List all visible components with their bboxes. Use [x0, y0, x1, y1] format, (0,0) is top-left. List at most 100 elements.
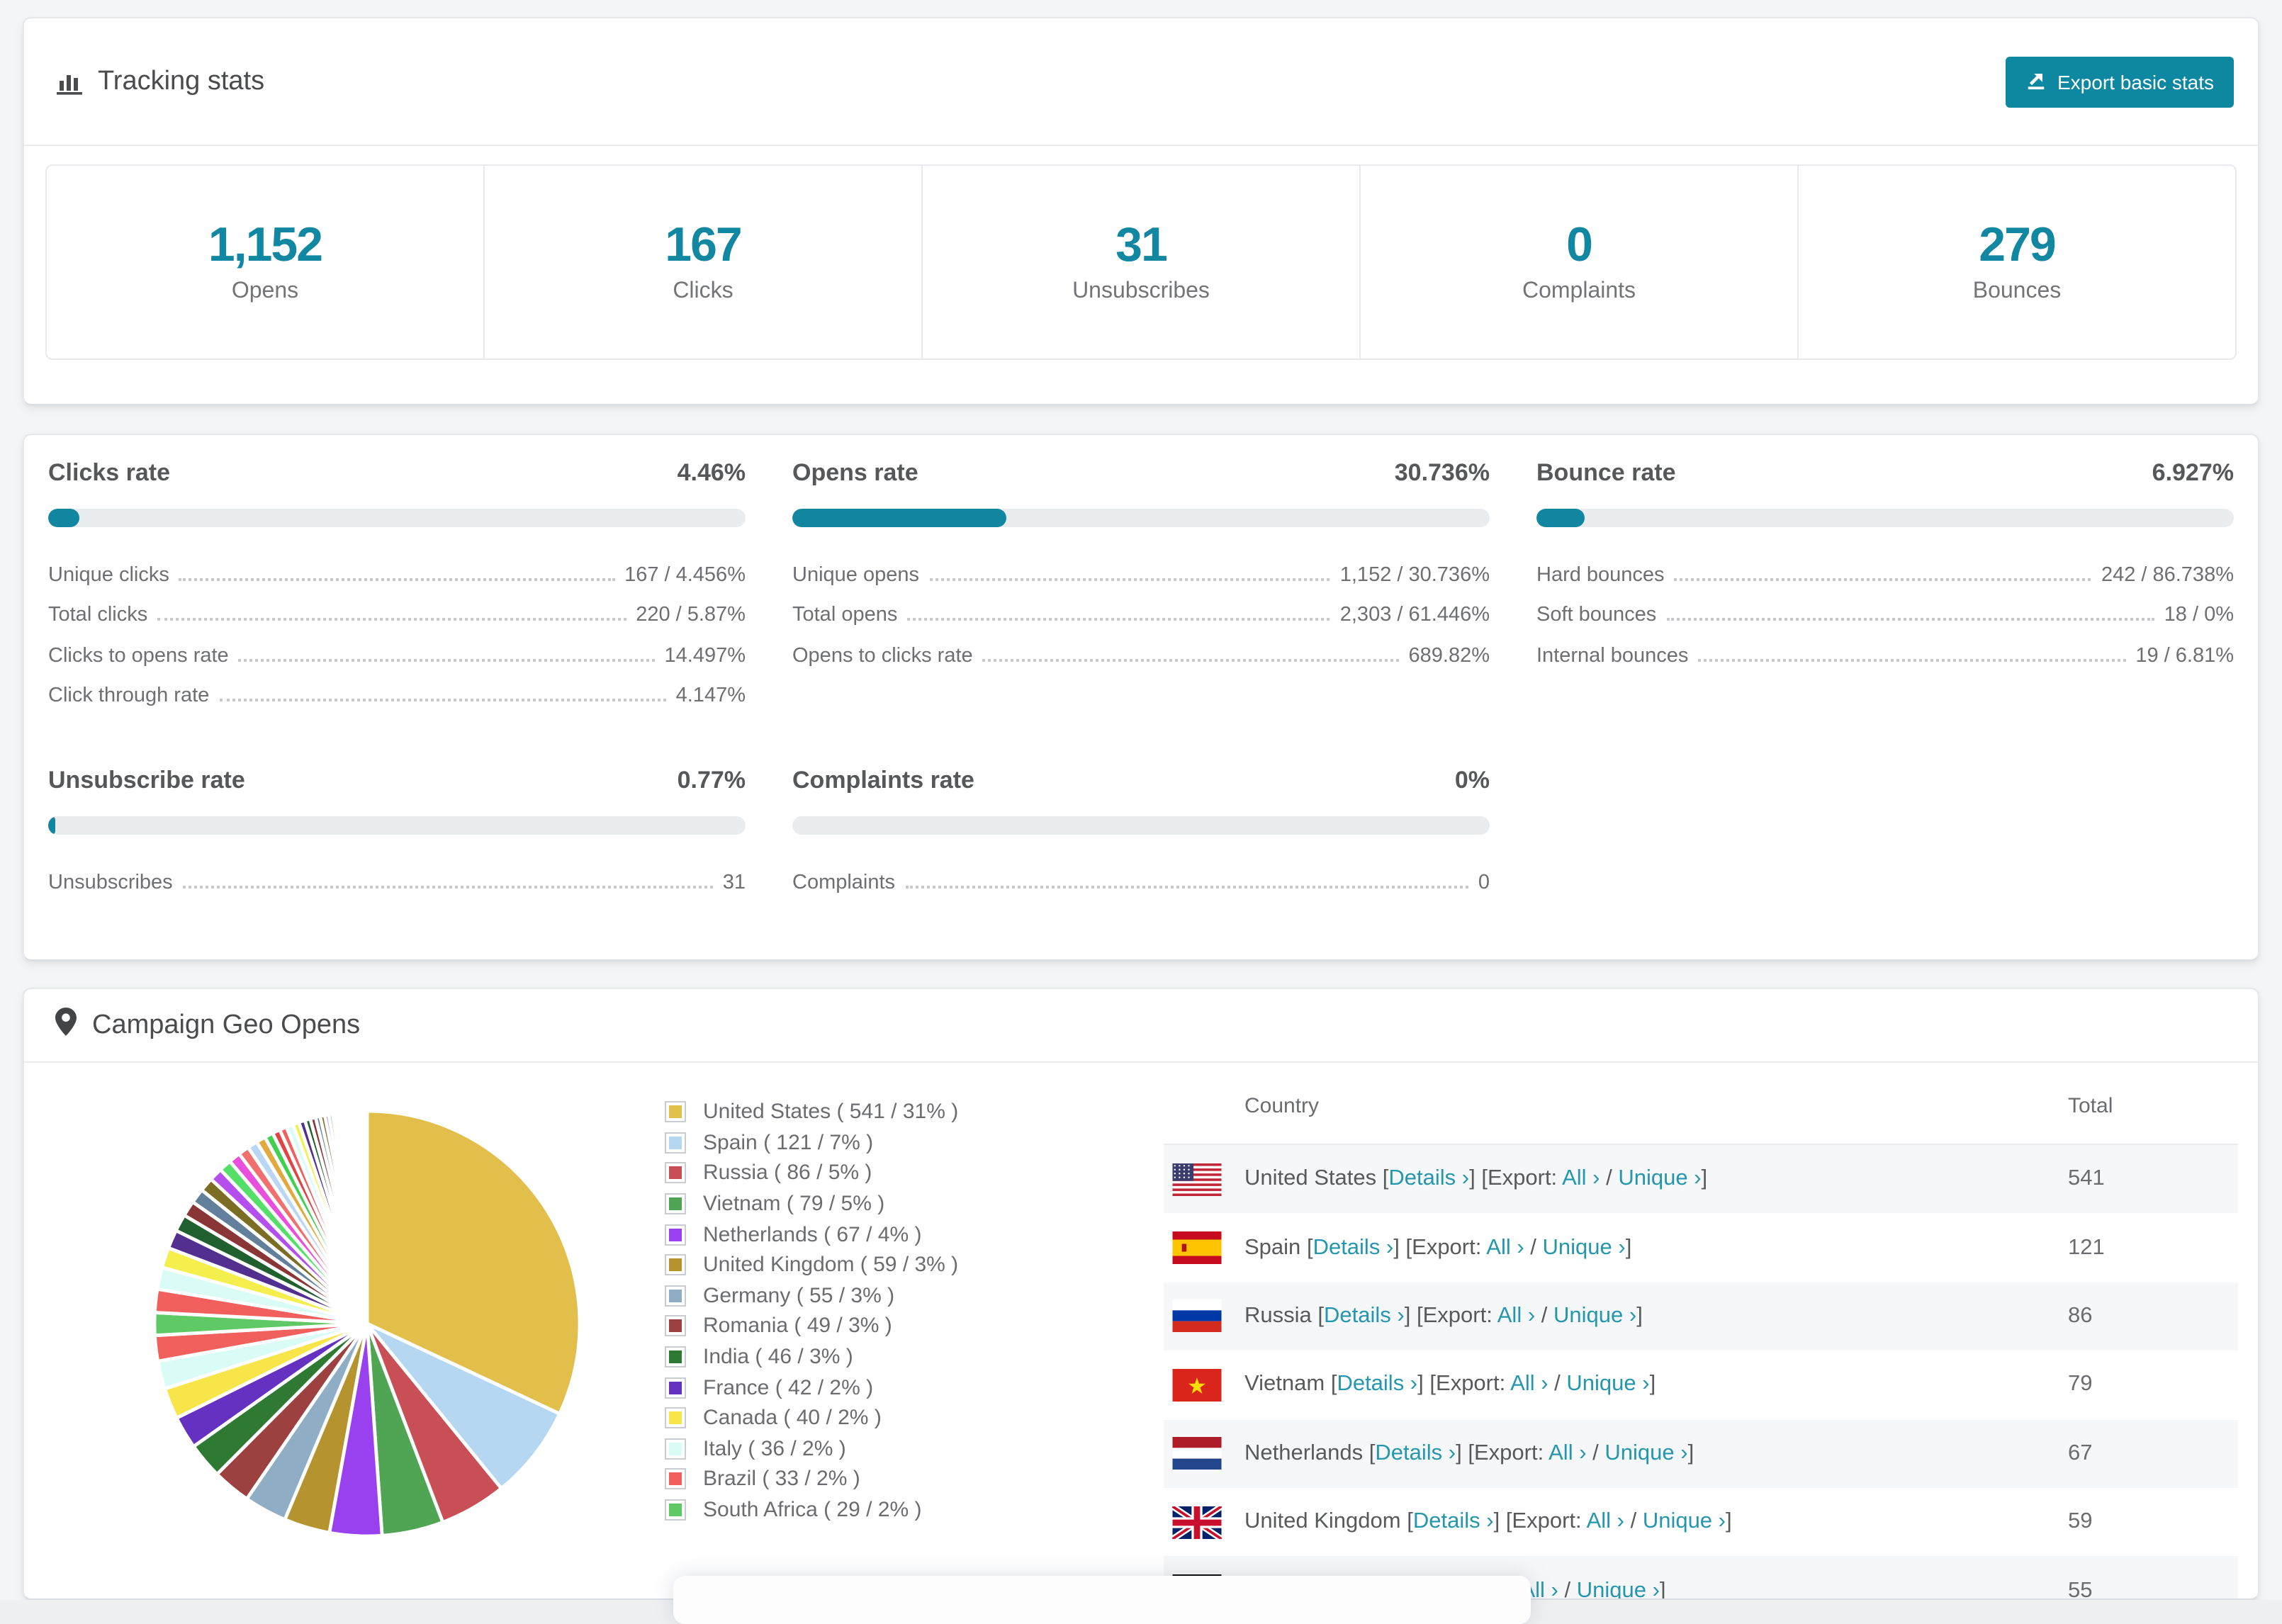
dotted-leader [182, 885, 713, 888]
rate-detail-row: Total clicks 220 / 5.87% [48, 586, 746, 626]
country-flag-icon-ru [1172, 1299, 1222, 1333]
rate-detail-value: 167 / 4.456% [624, 563, 746, 586]
export-unique-link[interactable]: Unique › [1543, 1235, 1626, 1259]
dotted-leader [219, 699, 666, 701]
rate-section: Bounce rate 6.927% Hard bounces 242 / 86… [1536, 459, 2234, 707]
stat-label: Bounces [1972, 278, 2062, 303]
dotted-leader [982, 658, 1399, 661]
geo-pie-chart[interactable] [146, 1103, 588, 1545]
legend-swatch [665, 1438, 686, 1460]
export-unique-link[interactable]: Unique › [1577, 1578, 1660, 1598]
dotted-leader [238, 658, 655, 661]
geo-opens-body: United States ( 541 / 31% ) Spain ( 121 … [24, 1063, 2258, 1600]
stat-label: Clicks [673, 278, 734, 303]
details-link[interactable]: Details › [1337, 1372, 1417, 1397]
bar-chart-icon [55, 67, 84, 96]
export-all-link[interactable]: All › [1486, 1235, 1524, 1259]
geo-table-row: United States [Details ›] [Export: All ›… [1164, 1145, 2238, 1214]
rate-detail-label: Opens to clicks rate [792, 644, 973, 667]
legend-label: Germany ( 55 / 3% ) [703, 1283, 895, 1308]
stat-box: 279 Bounces [1797, 166, 2235, 359]
rate-detail-label: Hard bounces [1536, 563, 1665, 586]
legend-label: France ( 42 / 2% ) [703, 1375, 874, 1400]
page: Tracking stats Export basic stats 1,152 … [0, 0, 2282, 1624]
rate-detail-value: 14.497% [664, 644, 746, 667]
rate-detail-value: 4.147% [675, 684, 746, 707]
legend-label: Brazil ( 33 / 2% ) [703, 1467, 860, 1492]
country-total: 55 [2068, 1578, 2093, 1600]
country-name: Netherlands [1244, 1440, 1364, 1465]
legend-swatch [665, 1132, 686, 1154]
rate-progress-fill [48, 816, 55, 835]
legend-swatch [665, 1254, 686, 1276]
details-link[interactable]: Details › [1413, 1509, 1494, 1533]
export-unique-link[interactable]: Unique › [1618, 1166, 1701, 1190]
rate-section: Opens rate 30.736% Unique opens 1,152 / … [792, 459, 1490, 707]
export-unique-link[interactable]: Unique › [1553, 1304, 1636, 1328]
rate-progress-track [48, 816, 746, 835]
rate-value: 0.77% [677, 767, 746, 794]
legend-item: United Kingdom ( 59 / 3% ) [665, 1250, 958, 1280]
legend-item: Spain ( 121 / 7% ) [665, 1127, 958, 1158]
stat-box: 31 Unsubscribes [921, 166, 1359, 359]
export-all-link[interactable]: All › [1562, 1166, 1600, 1190]
legend-item: South Africa ( 29 / 2% ) [665, 1494, 958, 1525]
legend-label: Italy ( 36 / 2% ) [703, 1436, 846, 1461]
country-name: United States [1244, 1166, 1377, 1191]
geo-country-table: Country Total United States [Details ›] … [1164, 1068, 2238, 1600]
export-all-link[interactable]: All › [1510, 1372, 1548, 1397]
dotted-leader [905, 885, 1468, 888]
export-unique-link[interactable]: Unique › [1643, 1509, 1726, 1533]
details-link[interactable]: Details › [1375, 1441, 1456, 1465]
details-link[interactable]: Details › [1324, 1304, 1405, 1328]
rate-detail-value: 18 / 0% [2164, 604, 2234, 626]
rate-detail-label: Complaints [792, 871, 896, 893]
rate-detail-label: Unsubscribes [48, 871, 173, 893]
legend-label: Netherlands ( 67 / 4% ) [703, 1222, 922, 1247]
rate-value: 4.46% [677, 459, 746, 486]
geo-table-row: Russia [Details ›] [Export: All › / Uniq… [1164, 1282, 2238, 1351]
geo-pie-legend: United States ( 541 / 31% ) Spain ( 121 … [665, 1097, 958, 1526]
legend-label: South Africa ( 29 / 2% ) [703, 1498, 922, 1523]
legend-item: Romania ( 49 / 3% ) [665, 1311, 958, 1341]
geo-table-rows: United States [Details ›] [Export: All ›… [1164, 1145, 2238, 1600]
details-link[interactable]: Details › [1313, 1235, 1394, 1259]
export-unique-link[interactable]: Unique › [1604, 1441, 1687, 1465]
tracking-stats-header: Tracking stats Export basic stats [24, 18, 2258, 146]
country-flag-icon-nl [1172, 1437, 1222, 1470]
country-total: 121 [2068, 1235, 2105, 1260]
export-all-link[interactable]: All › [1587, 1509, 1624, 1533]
export-all-link[interactable]: All › [1548, 1441, 1586, 1465]
rate-detail-value: 1,152 / 30.736% [1339, 563, 1490, 586]
rate-detail-value: 0 [1478, 871, 1490, 893]
tracking-stats-title-text: Tracking stats [98, 66, 265, 96]
export-unique-link[interactable]: Unique › [1566, 1372, 1649, 1397]
stat-box: 167 Clicks [483, 166, 921, 359]
stat-box: 1,152 Opens [47, 166, 483, 359]
legend-swatch [665, 1377, 686, 1399]
bottom-overlay-element [673, 1576, 1531, 1624]
rate-detail-row: Clicks to opens rate 14.497% [48, 626, 746, 667]
country-flag-icon-us [1172, 1163, 1222, 1196]
rate-progress-track [792, 816, 1490, 835]
rate-detail-row: Total opens 2,303 / 61.446% [792, 586, 1490, 626]
stats-band: 1,152 Opens 167 Clicks 31 Unsubscribes 0… [45, 164, 2237, 360]
export-all-link[interactable]: All › [1497, 1304, 1535, 1328]
country-name: Russia [1244, 1303, 1312, 1328]
geo-opens-card: Campaign Geo Opens United States ( 541 /… [23, 988, 2259, 1600]
stat-value: 1,152 [208, 218, 323, 273]
export-basic-stats-button[interactable]: Export basic stats [2005, 56, 2234, 107]
dotted-leader [179, 577, 615, 580]
legend-label: Russia ( 86 / 5% ) [703, 1161, 872, 1185]
legend-item: Italy ( 36 / 2% ) [665, 1433, 958, 1464]
stat-label: Complaints [1522, 278, 1636, 303]
legend-swatch [665, 1193, 686, 1215]
legend-swatch [665, 1407, 686, 1429]
legend-label: United States ( 541 / 31% ) [703, 1100, 959, 1124]
legend-swatch [665, 1499, 686, 1521]
legend-swatch [665, 1468, 686, 1490]
legend-item: Vietnam ( 79 / 5% ) [665, 1189, 958, 1219]
details-link[interactable]: Details › [1388, 1166, 1469, 1190]
rate-section: Clicks rate 4.46% Unique clicks 167 / 4.… [48, 459, 746, 707]
rate-value: 30.736% [1394, 459, 1490, 486]
